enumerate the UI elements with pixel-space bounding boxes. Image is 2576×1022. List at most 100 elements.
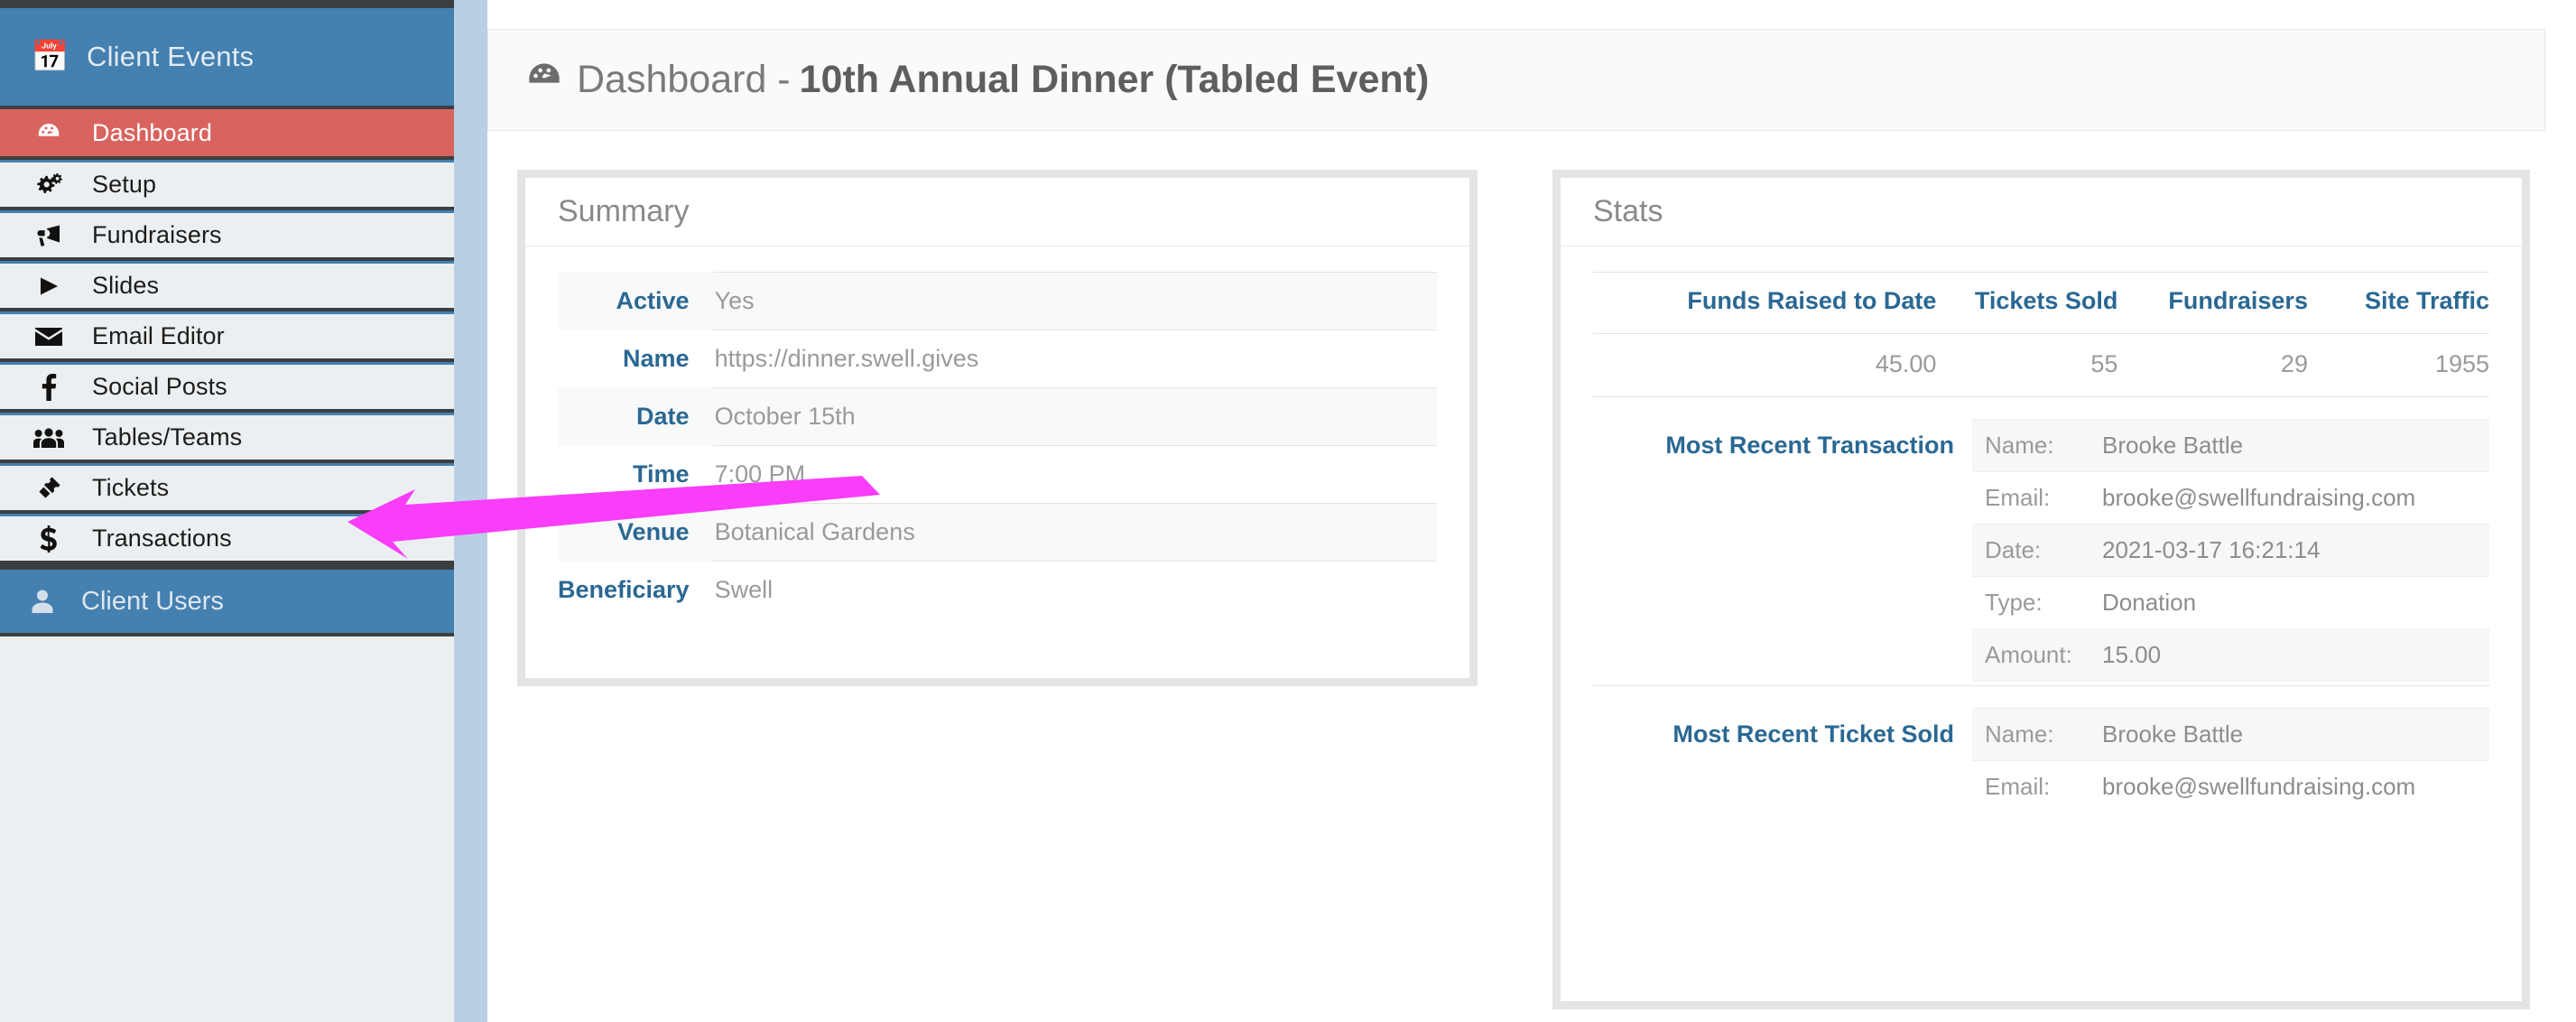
table-row: Date: 2021-03-17 16:21:14 [1972, 524, 2489, 577]
stats-value-funds-raised: 45.00 [1643, 333, 1937, 397]
sidebar-item-email-editor[interactable]: Email Editor [0, 311, 454, 362]
summary-panel-header: Summary [525, 178, 1469, 246]
field-value: Donation [2102, 589, 2197, 616]
field-key: Date: [1972, 524, 2090, 577]
table-row: Name https://dinner.swell.gives [558, 330, 1437, 388]
field-value: Brooke Battle [2090, 419, 2489, 472]
sidebar-section-client-users[interactable]: Client Users [0, 564, 454, 636]
stats-panel: Stats Funds Raised to Date Tickets Sold … [1552, 170, 2530, 1009]
table-row: Date October 15th [558, 387, 1437, 446]
stats-col-tickets-sold: Tickets Sold [1936, 272, 2118, 334]
field-key: Email: [1985, 773, 2051, 801]
table-row: Name: Brooke Battle [1972, 708, 2489, 761]
summary-row-label: Time [633, 460, 690, 488]
table-row: Name: Brooke Battle [1972, 419, 2489, 472]
sidebar-item-tables-teams[interactable]: Tables/Teams [0, 413, 454, 463]
summary-row-value: 7:00 PM [714, 460, 806, 488]
page-title-event: 10th Annual Dinner (Tabled Event) [799, 58, 1430, 101]
sidebar-item-dashboard[interactable]: Dashboard [0, 109, 454, 160]
field-value: 15.00 [2090, 628, 2489, 682]
stats-col-funds-raised: Funds Raised to Date [1643, 272, 1937, 334]
envelope-icon [25, 326, 72, 348]
table-row: Active Yes [558, 272, 1437, 330]
sidebar-item-label: Fundraisers [92, 221, 222, 248]
summary-row-label: Date [636, 403, 690, 430]
field-key: Type: [1985, 589, 2043, 616]
summary-row-value: October 15th [712, 387, 1437, 446]
summary-panel: Summary Active Yes Name https://dinner.s… [517, 170, 1478, 686]
summary-panel-body: Active Yes Name https://dinner.swell.giv… [525, 246, 1469, 646]
field-value: brooke@swellfundraising.com [2102, 484, 2416, 511]
main-content: Dashboard - 10th Annual Dinner (Tabled E… [487, 0, 2576, 1022]
stats-col-site-traffic: Site Traffic [2307, 272, 2489, 334]
stats-spacer-cell [1593, 272, 1643, 334]
facebook-icon [25, 373, 72, 401]
stats-value-fundraisers: 29 [2117, 333, 2308, 397]
field-key: Email: [1985, 484, 2051, 511]
sidebar-item-label: Transactions [92, 525, 232, 552]
table-row: Beneficiary Swell [558, 562, 1437, 619]
sidebar-brand-client-events[interactable]: 📅 Client Events [0, 8, 454, 109]
megaphone-icon [25, 223, 72, 248]
sidebar-item-label: Tables/Teams [92, 423, 243, 451]
stats-value-site-traffic: 1955 [2307, 333, 2489, 397]
summary-row-label: Active [616, 287, 690, 314]
stats-spacer-cell [1593, 333, 1643, 397]
field-value: Brooke Battle [2090, 708, 2489, 761]
sidebar: 📅 Client Events Dashboard Setup Fundrais… [0, 0, 454, 1022]
sidebar-item-label: Email Editor [92, 322, 225, 349]
sidebar-item-social-posts[interactable]: Social Posts [0, 362, 454, 413]
page-title-prefix: Dashboard - [577, 58, 791, 101]
stats-panel-body: Funds Raised to Date Tickets Sold Fundra… [1561, 246, 2522, 841]
summary-row-value: Swell [714, 576, 774, 604]
table-row: Time 7:00 PM [558, 446, 1437, 504]
field-key: Name: [1972, 708, 2090, 761]
users-icon [25, 426, 72, 450]
stats-col-fundraisers: Fundraisers [2117, 272, 2308, 334]
sidebar-item-setup[interactable]: Setup [0, 160, 454, 210]
most-recent-ticket-table: Name: Brooke Battle Email: brooke@swellf… [1972, 708, 2489, 813]
dollar-icon [25, 525, 72, 553]
summary-row-label: Beneficiary [558, 576, 690, 603]
summary-row-value: https://dinner.swell.gives [714, 345, 979, 372]
table-row: Email: brooke@swellfundraising.com [1972, 761, 2489, 813]
field-value: 2021-03-17 16:21:14 [2090, 524, 2489, 577]
sidebar-item-label: Slides [92, 272, 160, 299]
sidebar-item-transactions[interactable]: Transactions [0, 514, 454, 564]
play-icon [25, 274, 72, 299]
table-header-row: Funds Raised to Date Tickets Sold Fundra… [1593, 272, 2489, 334]
summary-row-value: Botanical Gardens [712, 503, 1437, 562]
sidebar-item-slides[interactable]: Slides [0, 261, 454, 311]
stats-title: Stats [1593, 194, 1663, 228]
table-row: Amount: 15.00 [1972, 628, 2489, 682]
summary-row-label: Name [623, 345, 690, 372]
sidebar-section-label: Client Users [81, 586, 224, 616]
stats-summary-table: Funds Raised to Date Tickets Sold Fundra… [1593, 272, 2489, 397]
stats-panel-header: Stats [1561, 178, 2522, 246]
table-row: 45.00 55 29 1955 [1593, 333, 2489, 397]
user-icon [31, 589, 67, 614]
summary-title: Summary [558, 194, 690, 228]
sidebar-item-tickets[interactable]: Tickets [0, 463, 454, 514]
most-recent-ticket-block: Most Recent Ticket Sold Name: Brooke Bat… [1593, 685, 2489, 813]
most-recent-transaction-label: Most Recent Transaction [1665, 432, 1954, 459]
table-row: Type: Donation [1972, 577, 2489, 629]
most-recent-transaction-block: Most Recent Transaction Name: Brooke Bat… [1593, 397, 2489, 682]
field-key: Amount: [1972, 628, 2090, 682]
summary-row-label: Venue [617, 518, 690, 545]
gears-icon [25, 172, 72, 198]
dashboard-icon [25, 119, 72, 146]
sidebar-brand-label: Client Events [87, 41, 255, 72]
calendar-icon: 📅 [31, 40, 69, 74]
table-row: Venue Botanical Gardens [558, 503, 1437, 562]
sidebar-item-label: Setup [92, 171, 157, 198]
ticket-icon [25, 475, 72, 502]
sidebar-item-fundraisers[interactable]: Fundraisers [0, 210, 454, 261]
app-root: 📅 Client Events Dashboard Setup Fundrais… [0, 0, 2576, 1022]
sidebar-item-label: Tickets [92, 474, 170, 501]
page-header: Dashboard - 10th Annual Dinner (Tabled E… [487, 29, 2545, 131]
dashboard-icon [526, 61, 562, 98]
table-row: Email: brooke@swellfundraising.com [1972, 472, 2489, 525]
sidebar-item-label: Dashboard [92, 118, 212, 146]
summary-row-value: Yes [712, 272, 1437, 330]
